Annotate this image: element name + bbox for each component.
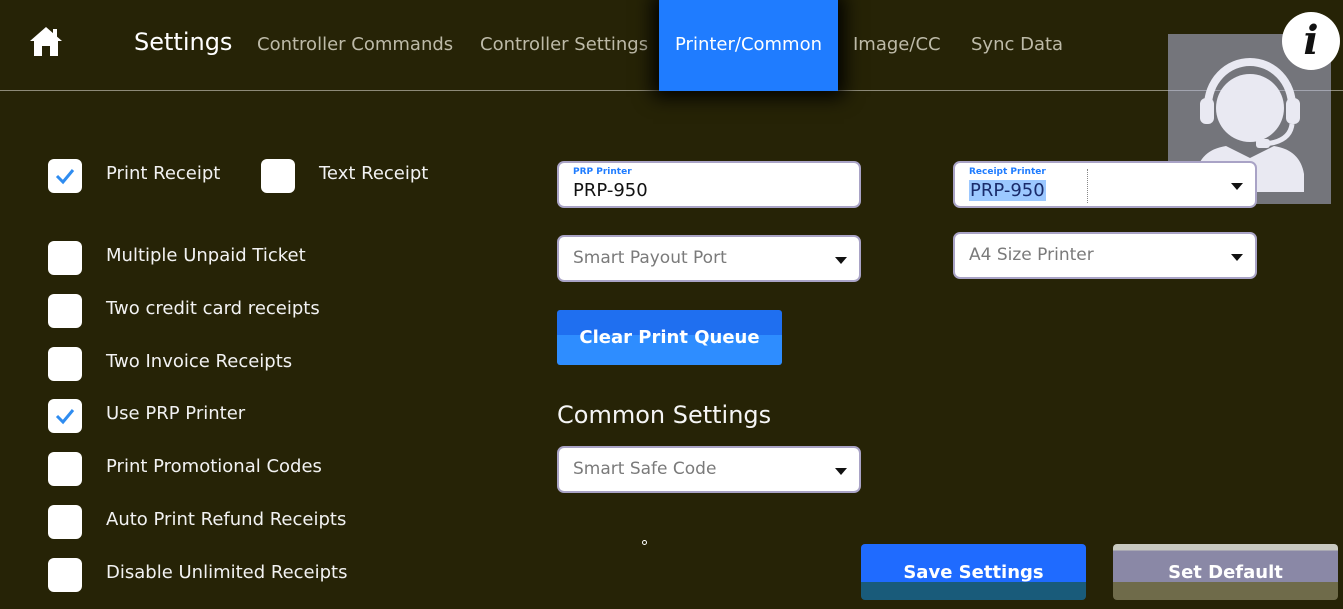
chevron-down-icon (1231, 254, 1243, 261)
home-icon[interactable] (28, 24, 64, 60)
checkbox-box[interactable] (48, 452, 82, 486)
prp-printer-value: PRP-950 (573, 180, 648, 201)
tab-controller-settings[interactable]: Controller Settings (480, 34, 648, 55)
common-settings-heading: Common Settings (557, 401, 772, 429)
two-invoice-receipts-checkbox[interactable]: Two Invoice Receipts (48, 347, 348, 381)
set-default-button[interactable]: Set Default (1113, 544, 1338, 600)
receipt-printer-value: PRP-950 (969, 180, 1046, 201)
receipt-printer-select[interactable]: Receipt Printer PRP-950 (953, 161, 1257, 208)
smart-safe-code-select[interactable]: Smart Safe Code (557, 446, 861, 493)
clear-print-queue-button[interactable]: Clear Print Queue (557, 310, 782, 365)
cursor-dot (642, 540, 647, 545)
checkbox-label: Disable Unlimited Receipts (106, 562, 348, 583)
print-promotional-codes-checkbox[interactable]: Print Promotional Codes (48, 452, 368, 486)
receipt-printer-label: Receipt Printer (969, 167, 1046, 177)
checkbox-box[interactable] (48, 347, 82, 381)
checkbox-label: Text Receipt (319, 163, 429, 184)
use-prp-printer-checkbox[interactable]: Use PRP Printer (48, 399, 348, 433)
checkbox-box[interactable] (48, 505, 82, 539)
tab-sync-data[interactable]: Sync Data (971, 34, 1063, 55)
disable-unlimited-receipts-checkbox[interactable]: Disable Unlimited Receipts (48, 558, 368, 592)
info-icon: i (1303, 17, 1319, 64)
page-title: Settings (134, 28, 233, 56)
a4-size-printer-placeholder: A4 Size Printer (969, 245, 1094, 265)
prp-printer-label: PRP Printer (573, 167, 632, 177)
smart-safe-code-placeholder: Smart Safe Code (573, 459, 717, 479)
tab-controller-commands[interactable]: Controller Commands (257, 34, 453, 55)
field-divider (1087, 169, 1088, 203)
tab-printer-common[interactable]: Printer/Common (659, 0, 839, 91)
multiple-unpaid-ticket-checkbox[interactable]: Multiple Unpaid Ticket (48, 241, 348, 275)
info-button[interactable]: i (1282, 12, 1340, 70)
save-settings-button[interactable]: Save Settings (861, 544, 1086, 600)
checkbox-label: Print Receipt (106, 163, 221, 184)
chevron-down-icon (835, 257, 847, 264)
checkbox-box[interactable] (261, 159, 295, 193)
checkbox-label: Multiple Unpaid Ticket (106, 245, 306, 266)
receipt-printer-selected-text: PRP-950 (969, 180, 1046, 201)
auto-print-refund-receipts-checkbox[interactable]: Auto Print Refund Receipts (48, 505, 368, 539)
checkbox-label: Two Invoice Receipts (106, 351, 293, 372)
prp-printer-field[interactable]: PRP Printer PRP-950 (557, 161, 861, 208)
two-credit-card-receipts-checkbox[interactable]: Two credit card receipts (48, 294, 348, 328)
chevron-down-icon (1231, 183, 1243, 190)
check-icon (55, 169, 75, 185)
a4-size-printer-select[interactable]: A4 Size Printer (953, 232, 1257, 279)
checkbox-box[interactable] (48, 241, 82, 275)
smart-payout-port-select[interactable]: Smart Payout Port (557, 235, 861, 282)
chevron-down-icon (835, 468, 847, 475)
tab-printer-common-label: Printer/Common (675, 34, 823, 55)
smart-payout-port-placeholder: Smart Payout Port (573, 248, 727, 268)
checkbox-box[interactable] (48, 294, 82, 328)
checkbox-label: Print Promotional Codes (106, 456, 322, 477)
checkbox-box[interactable] (48, 558, 82, 592)
text-receipt-checkbox[interactable]: Text Receipt (261, 159, 441, 193)
checkbox-box[interactable] (48, 399, 82, 433)
top-nav-bar: Settings Controller Commands Controller … (0, 0, 1343, 91)
checkbox-label: Auto Print Refund Receipts (106, 509, 347, 530)
checkbox-label: Use PRP Printer (106, 403, 246, 424)
tab-image-cc[interactable]: Image/CC (853, 34, 941, 55)
check-icon (55, 409, 75, 425)
checkbox-box[interactable] (48, 159, 82, 193)
print-receipt-checkbox[interactable]: Print Receipt (48, 159, 268, 193)
checkbox-label: Two credit card receipts (106, 298, 320, 319)
